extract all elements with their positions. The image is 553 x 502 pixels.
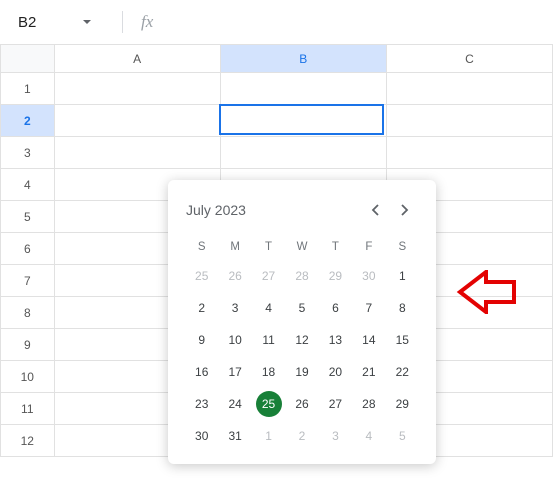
row-header[interactable]: 10 [1,361,55,393]
calendar-day[interactable]: 31 [219,422,250,450]
calendar-day[interactable]: 23 [186,390,217,418]
calendar-day[interactable]: 6 [320,294,351,322]
day-of-week-label: F [353,236,384,258]
calendar-day[interactable]: 4 [253,294,284,322]
calendar-day[interactable]: 29 [387,390,418,418]
row-header[interactable]: 4 [1,169,55,201]
calendar-day[interactable]: 7 [353,294,384,322]
calendar-day[interactable]: 15 [387,326,418,354]
cell[interactable] [386,137,552,169]
calendar-day[interactable]: 17 [219,358,250,386]
calendar-day[interactable]: 14 [353,326,384,354]
calendar-day[interactable]: 2 [186,294,217,322]
row-header[interactable]: 2 [1,105,55,137]
formula-bar-input[interactable] [171,8,541,36]
calendar-day[interactable]: 24 [219,390,250,418]
calendar-day[interactable]: 28 [353,390,384,418]
calendar-day[interactable]: 26 [219,262,250,290]
calendar-day[interactable]: 29 [320,262,351,290]
row-header[interactable]: 5 [1,201,55,233]
row-header[interactable]: 12 [1,425,55,457]
calendar-day[interactable]: 25 [186,262,217,290]
calendar-day[interactable]: 26 [286,390,317,418]
column-header[interactable]: B [220,45,386,73]
date-picker: July 2023 SMTWTFS25262728293012345678910… [168,180,436,464]
day-of-week-label: W [286,236,317,258]
row-header[interactable]: 1 [1,73,55,105]
calendar-day[interactable]: 5 [387,422,418,450]
cell[interactable] [54,137,220,169]
column-header[interactable]: A [54,45,220,73]
row-header[interactable]: 11 [1,393,55,425]
row-header[interactable]: 9 [1,329,55,361]
calendar-day[interactable]: 2 [286,422,317,450]
cell[interactable] [220,105,386,137]
calendar-day[interactable]: 12 [286,326,317,354]
calendar-day[interactable]: 30 [353,262,384,290]
calendar-day[interactable]: 22 [387,358,418,386]
date-picker-grid: SMTWTFS252627282930123456789101112131415… [186,236,418,450]
day-of-week-label: T [253,236,284,258]
cell[interactable] [54,73,220,105]
calendar-day[interactable]: 3 [320,422,351,450]
calendar-day[interactable]: 13 [320,326,351,354]
date-picker-title: July 2023 [186,202,362,218]
calendar-day[interactable]: 30 [186,422,217,450]
next-month-button[interactable] [390,196,418,224]
calendar-day[interactable]: 27 [253,262,284,290]
cell[interactable] [220,137,386,169]
calendar-day[interactable]: 10 [219,326,250,354]
cell[interactable] [220,73,386,105]
day-of-week-label: S [387,236,418,258]
day-of-week-label: M [219,236,250,258]
calendar-day[interactable]: 20 [320,358,351,386]
calendar-day[interactable]: 1 [253,422,284,450]
row-header[interactable]: 3 [1,137,55,169]
name-box-dropdown-icon[interactable] [82,14,92,31]
calendar-day[interactable]: 1 [387,262,418,290]
calendar-day[interactable]: 8 [387,294,418,322]
name-box[interactable]: B2 [12,10,112,35]
calendar-day[interactable]: 3 [219,294,250,322]
calendar-day[interactable]: 16 [186,358,217,386]
day-of-week-label: T [320,236,351,258]
column-header[interactable]: C [386,45,552,73]
cell[interactable] [386,105,552,137]
calendar-day[interactable]: 28 [286,262,317,290]
fx-icon: fx [133,12,161,32]
row-header[interactable]: 6 [1,233,55,265]
date-picker-header: July 2023 [186,196,418,224]
name-box-row: B2 fx [0,0,553,44]
calendar-day[interactable]: 11 [253,326,284,354]
cell[interactable] [386,73,552,105]
calendar-day[interactable]: 4 [353,422,384,450]
calendar-day[interactable]: 18 [253,358,284,386]
calendar-day[interactable]: 21 [353,358,384,386]
day-of-week-label: S [186,236,217,258]
calendar-day-today[interactable]: 25 [256,391,282,417]
row-header[interactable]: 8 [1,297,55,329]
cell[interactable] [54,105,220,137]
select-all-corner[interactable] [1,45,55,73]
annotation-arrow-icon [456,270,516,319]
prev-month-button[interactable] [362,196,390,224]
calendar-day[interactable]: 5 [286,294,317,322]
name-box-value: B2 [18,14,36,31]
calendar-day[interactable]: 19 [286,358,317,386]
calendar-day[interactable]: 9 [186,326,217,354]
divider [122,11,123,33]
row-header[interactable]: 7 [1,265,55,297]
calendar-day[interactable]: 27 [320,390,351,418]
